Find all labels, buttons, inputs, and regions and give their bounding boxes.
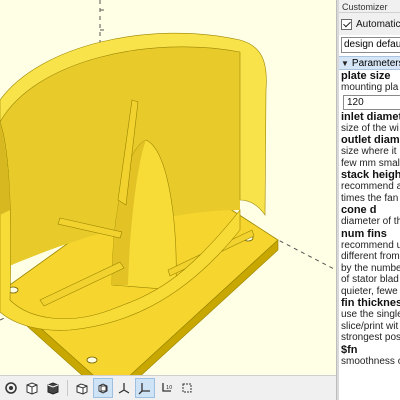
param-name: num fins	[341, 227, 387, 240]
automatic-preview-label: Automatic P	[356, 18, 400, 30]
svg-text:10: 10	[166, 385, 172, 391]
view-center-icon[interactable]	[93, 378, 113, 398]
param-description: diameter of th	[341, 216, 400, 227]
param-description: size of the wi	[341, 122, 399, 134]
param-name: outlet diam	[341, 134, 400, 146]
panel-title: Customizer	[339, 0, 400, 13]
automatic-preview-checkbox[interactable]	[341, 18, 352, 30]
param-description: times the fan	[341, 192, 399, 204]
param-description: of stator blad	[341, 274, 399, 285]
param-name: inlet diamet	[341, 110, 400, 123]
param-value-input[interactable]: 120	[343, 94, 400, 110]
param-description: smoothness o	[341, 355, 400, 367]
toolbar-separator	[67, 380, 68, 396]
param-description: recommend a	[341, 181, 400, 192]
param-description: size where it	[341, 146, 397, 157]
group-label: Parameters	[351, 57, 400, 69]
param-name: plate size	[341, 70, 391, 82]
param-name: stack heigh	[341, 169, 400, 181]
orthogonal-icon[interactable]	[135, 378, 155, 398]
preset-row: design defaul	[339, 35, 400, 53]
parameters-group-header[interactable]: ▼ Parameters	[339, 56, 400, 70]
perspective-icon[interactable]	[114, 378, 134, 398]
view-bottom-icon[interactable]	[43, 378, 63, 398]
view-top-icon[interactable]	[22, 378, 42, 398]
customizer-panel: Customizer Automatic P design defaul ▼ P…	[339, 0, 400, 400]
view-diagonal-icon[interactable]	[72, 378, 92, 398]
view-toolbar: 10	[0, 375, 336, 400]
param-description: by the numbe	[341, 262, 400, 274]
3d-viewport[interactable]	[0, 0, 336, 375]
preset-select[interactable]: design defaul	[341, 37, 400, 53]
param-description: use the single	[341, 309, 400, 320]
duct-fan-model	[0, 0, 336, 375]
parameter-list: plate size mounting pla 120 inlet diamet siz…	[339, 70, 400, 367]
param-name: $fn	[341, 343, 358, 356]
param-name: fin thicknes	[341, 297, 400, 309]
view-right-icon[interactable]	[1, 378, 21, 398]
param-description: few mm smal	[341, 157, 400, 169]
param-description: strongest pos	[341, 332, 400, 343]
show-axes-icon[interactable]: 10	[156, 378, 176, 398]
param-description: recommend u	[341, 239, 400, 251]
param-description: mounting pla	[341, 82, 399, 93]
show-edges-icon[interactable]	[177, 378, 197, 398]
param-description: quieter, fewe	[341, 285, 398, 297]
param-name: cone d	[341, 204, 377, 216]
param-description: different from	[341, 251, 400, 262]
param-description: slice/print wit	[341, 320, 399, 332]
collapse-triangle-icon: ▼	[341, 58, 349, 68]
automatic-preview-row[interactable]: Automatic P	[339, 13, 400, 35]
